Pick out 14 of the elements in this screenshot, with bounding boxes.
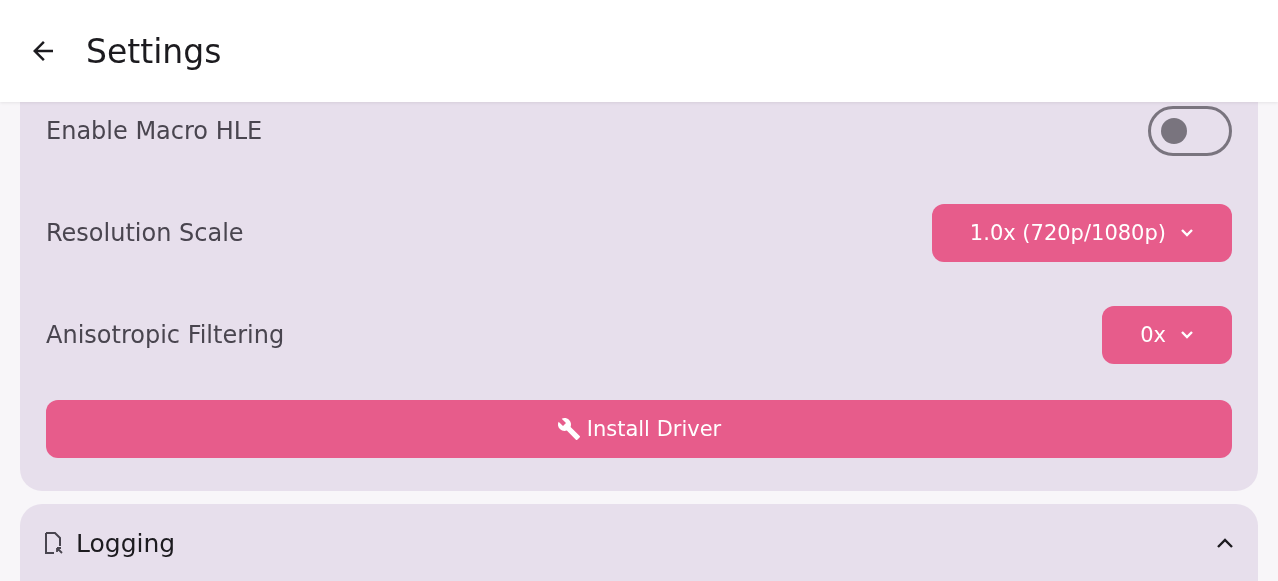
file-icon [42, 531, 64, 555]
page-title: Settings [86, 31, 222, 71]
dropdown-button[interactable]: 1.0x (720p/1080p) [931, 204, 1232, 262]
chevron-icon [1216, 537, 1234, 549]
setting-label: Enable Macro HLE [46, 117, 263, 145]
setting-label: Anisotropic Filtering [46, 321, 285, 349]
wrench-icon [556, 417, 581, 441]
section-title: Logging [76, 528, 177, 558]
chevron-down-icon [1180, 330, 1194, 340]
setting-label: Resolution Scale [46, 219, 244, 247]
toggle-switch[interactable] [1148, 106, 1232, 156]
chevron-down-icon [1180, 228, 1194, 238]
install-driver-button[interactable]: Install Driver [46, 400, 1232, 458]
dropdown-button[interactable]: 0x [1102, 306, 1232, 364]
